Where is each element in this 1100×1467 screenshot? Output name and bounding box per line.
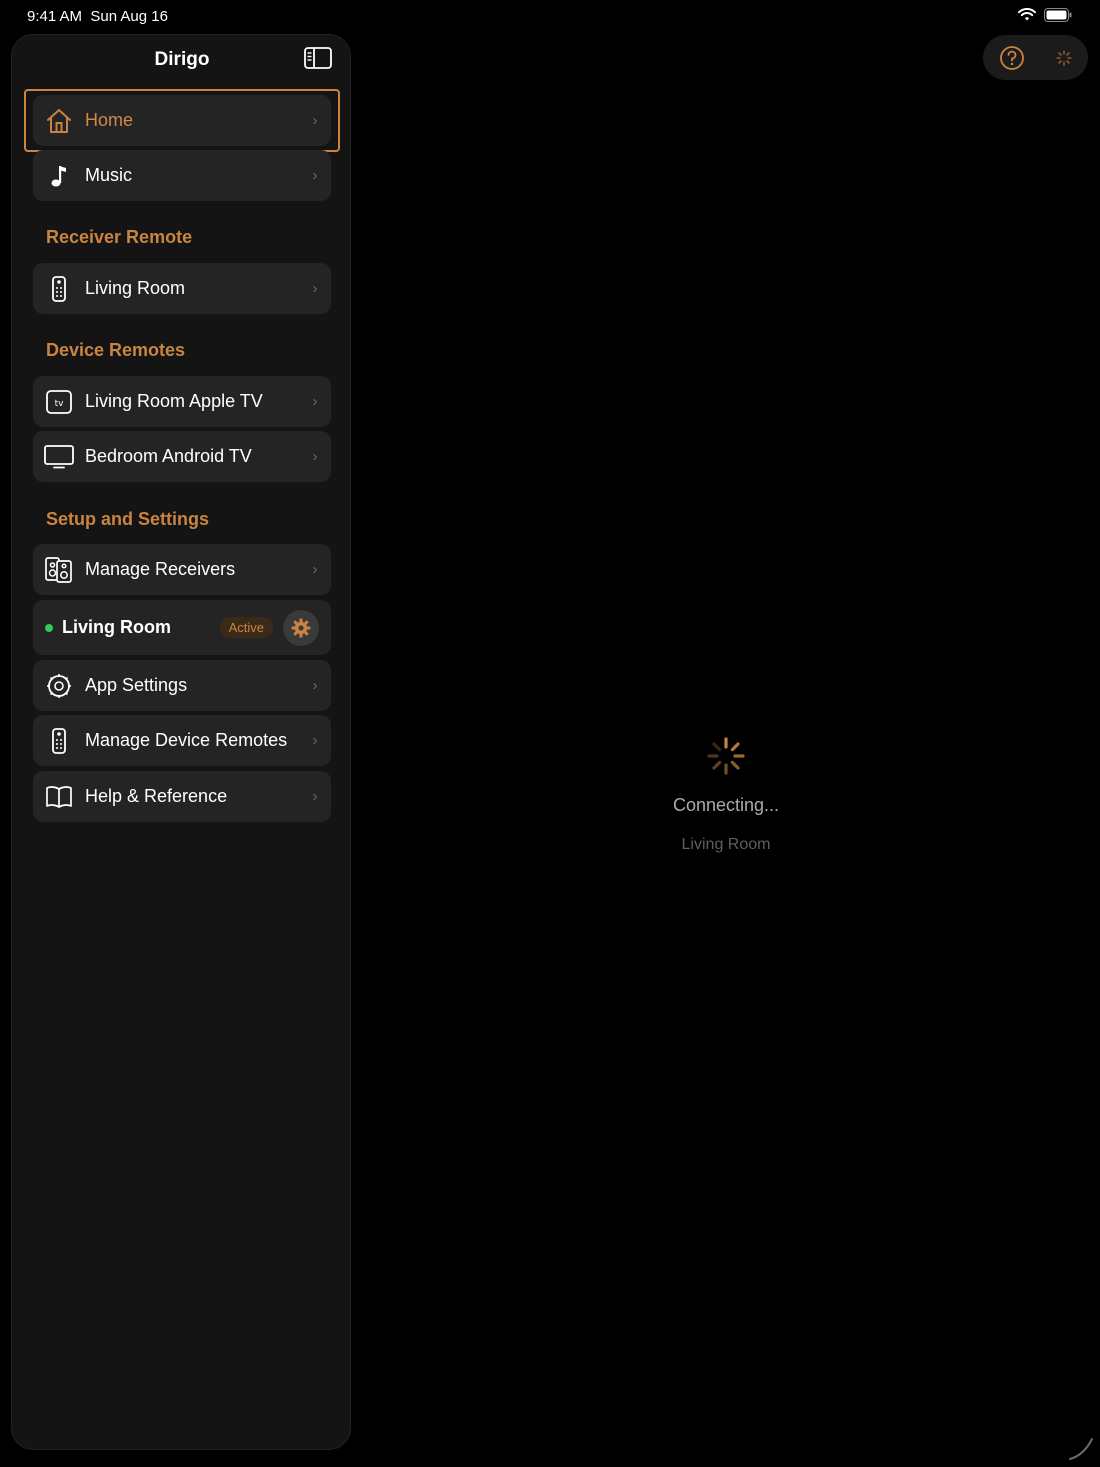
remote-icon bbox=[33, 275, 85, 302]
remote-icon bbox=[33, 727, 85, 754]
section-header-device-remotes: Device Remotes bbox=[46, 340, 186, 360]
chevron-right-icon: › bbox=[312, 167, 318, 184]
section-header-setup: Setup and Settings bbox=[46, 509, 210, 529]
status-time: 9:41 AM Sun Aug 16 bbox=[27, 8, 168, 25]
loading-spinner-icon bbox=[707, 737, 745, 775]
chevron-right-icon: › bbox=[312, 280, 318, 297]
active-badge: Active bbox=[219, 617, 273, 638]
chevron-right-icon: › bbox=[312, 448, 318, 465]
connection-status: Connecting... bbox=[672, 795, 780, 815]
sidebar-item-label: Help & Reference bbox=[85, 786, 228, 806]
sidebar-item-label: Manage Receivers bbox=[85, 559, 236, 579]
gear-icon bbox=[291, 618, 311, 637]
status-date: Sun Aug 16 bbox=[90, 8, 168, 25]
book-icon bbox=[33, 785, 85, 809]
sidebar-item-help[interactable]: Help & Reference › bbox=[33, 771, 331, 822]
sidebar-item-manage-receivers[interactable]: Manage Receivers › bbox=[33, 544, 331, 595]
gear-icon bbox=[33, 673, 85, 699]
sidebar-header: Dirigo bbox=[12, 35, 352, 83]
active-receiver-row[interactable]: Living Room Active bbox=[33, 600, 331, 655]
chevron-right-icon: › bbox=[312, 732, 318, 749]
receiver-settings-button[interactable] bbox=[283, 609, 319, 646]
speakers-icon bbox=[33, 556, 85, 583]
sidebar: Dirigo Home › Music › Receiver Remote Li… bbox=[11, 34, 351, 1450]
status-indicators bbox=[1018, 8, 1072, 22]
sidebar-title: Dirigo bbox=[154, 49, 210, 70]
sidebar-item-label: Music bbox=[85, 165, 133, 185]
sidebar-item-app-settings[interactable]: App Settings › bbox=[33, 660, 331, 711]
sidebar-item-apple-tv[interactable]: tv Living Room Apple TV › bbox=[33, 376, 331, 427]
sidebar-item-label: App Settings bbox=[85, 675, 188, 695]
status-clock: 9:41 AM bbox=[27, 8, 83, 25]
music-note-icon bbox=[33, 164, 85, 188]
sidebar-item-label: Home bbox=[85, 110, 134, 130]
tv-icon bbox=[33, 444, 85, 469]
battery-icon bbox=[1044, 8, 1072, 22]
sidebar-item-label: Bedroom Android TV bbox=[85, 446, 252, 466]
chevron-right-icon: › bbox=[312, 393, 318, 410]
active-receiver-label: Living Room bbox=[62, 617, 171, 637]
help-icon[interactable] bbox=[999, 45, 1025, 71]
sidebar-item-label: Living Room bbox=[85, 278, 186, 298]
sidebar-toggle-icon[interactable] bbox=[304, 47, 332, 69]
activity-spinner-icon bbox=[1056, 49, 1073, 66]
status-bar: 9:41 AM Sun Aug 16 bbox=[0, 0, 1100, 34]
chevron-right-icon: › bbox=[312, 677, 318, 694]
apple-tv-icon: tv bbox=[33, 389, 85, 414]
svg-text:tv: tv bbox=[55, 399, 65, 409]
sidebar-item-home[interactable]: Home › bbox=[33, 95, 331, 146]
section-header-receiver-remote: Receiver Remote bbox=[46, 227, 193, 247]
wifi-icon bbox=[1018, 8, 1036, 21]
top-toolbar bbox=[983, 35, 1088, 80]
sidebar-item-label: Living Room Apple TV bbox=[85, 391, 263, 411]
chevron-right-icon: › bbox=[312, 788, 318, 805]
active-status-dot bbox=[45, 623, 53, 632]
resize-handle-icon bbox=[1069, 1438, 1093, 1460]
chevron-right-icon: › bbox=[312, 561, 318, 578]
sidebar-item-manage-device-remotes[interactable]: Manage Device Remotes › bbox=[33, 715, 331, 766]
sidebar-item-music[interactable]: Music › bbox=[33, 150, 331, 201]
connecting-panel: Connecting... Living Room bbox=[626, 736, 826, 854]
house-icon bbox=[33, 108, 85, 134]
sidebar-item-receiver-living-room[interactable]: Living Room › bbox=[33, 263, 331, 314]
sidebar-item-label: Manage Device Remotes bbox=[85, 730, 288, 750]
connection-target: Living Room bbox=[681, 836, 771, 853]
sidebar-item-android-tv[interactable]: Bedroom Android TV › bbox=[33, 431, 331, 482]
chevron-right-icon: › bbox=[312, 112, 318, 129]
